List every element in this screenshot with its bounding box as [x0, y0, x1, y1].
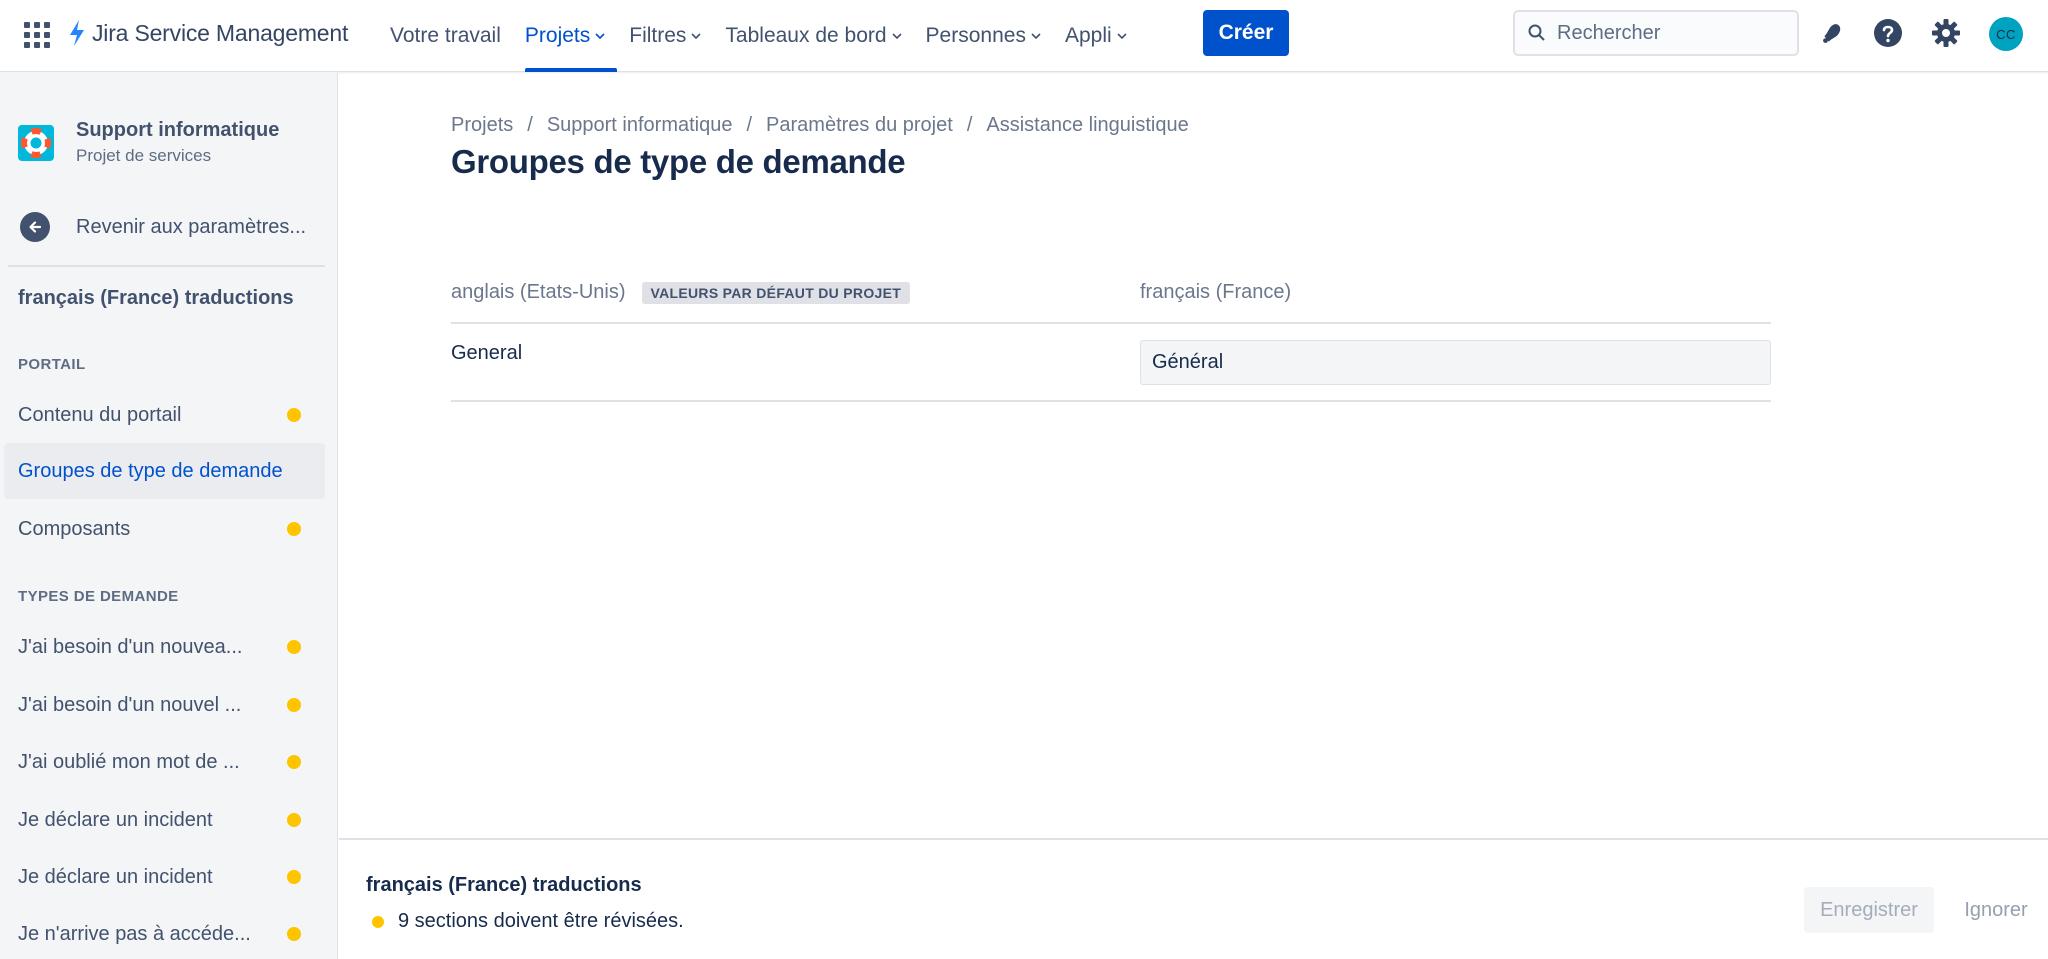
review-indicator: [287, 698, 301, 712]
nav-label: Personnes: [925, 24, 1026, 47]
sidebar-item-request-type[interactable]: Je n'arrive pas à accéde...: [4, 906, 325, 959]
chevron-down-icon: [891, 33, 902, 40]
sidebar-item-composants[interactable]: Composants: [4, 501, 325, 557]
default-values-badge: VALEURS PAR DÉFAUT DU PROJET: [641, 281, 911, 304]
chevron-down-icon: [691, 33, 701, 40]
review-indicator: [287, 640, 301, 654]
settings-icon[interactable]: [1929, 16, 1963, 50]
search-icon: [1528, 24, 1545, 41]
review-indicator: [287, 870, 301, 884]
breadcrumb-separator: /: [966, 114, 973, 136]
breadcrumb-projets[interactable]: Projets: [451, 114, 513, 137]
table-divider: [451, 400, 1771, 402]
nav-tableaux-de-bord[interactable]: Tableaux de bord: [713, 0, 913, 72]
section-types-demande: TYPES DE DEMANDE: [18, 588, 179, 605]
sidebar-item-groupes-type-demande[interactable]: Groupes de type de demande: [4, 443, 325, 499]
chevron-down-icon: [595, 33, 605, 40]
nav-votre-travail[interactable]: Votre travail: [378, 0, 513, 72]
sidebar-item-label: Contenu du portail: [18, 403, 182, 426]
sidebar-item-request-type[interactable]: Je déclare un incident: [4, 792, 325, 848]
nav-filtres[interactable]: Filtres: [617, 0, 713, 72]
breadcrumb-separator: /: [746, 114, 753, 136]
review-indicator: [287, 408, 301, 422]
nav-label: Appli: [1064, 24, 1112, 47]
nav-label: Projets: [524, 24, 591, 47]
sidebar-item-contenu-portail[interactable]: Contenu du portail: [4, 387, 325, 443]
breadcrumb: Projets / Support informatique / Paramèt…: [451, 114, 1189, 137]
chevron-down-icon: [1117, 33, 1127, 40]
source-language: anglais (Etats-Unis): [451, 281, 626, 303]
breadcrumb-assistance-linguistique[interactable]: Assistance linguistique: [986, 114, 1188, 137]
sidebar-item-label: Groupes de type de demande: [18, 459, 283, 482]
sidebar-divider: [8, 265, 325, 267]
ignore-button[interactable]: Ignorer: [1951, 887, 2041, 933]
sidebar-item-label: J'ai oublié mon mot de ...: [18, 750, 240, 773]
notifications-icon[interactable]: [1815, 16, 1849, 50]
bell-icon: [1823, 24, 1841, 43]
question-icon: [1874, 19, 1902, 47]
arrow-left-icon: [20, 212, 50, 242]
sidebar: Support informatique Projet de services …: [0, 73, 338, 959]
sidebar-item-request-type[interactable]: Je déclare un incident: [4, 849, 325, 905]
source-text: General: [451, 342, 523, 364]
review-indicator: [287, 813, 301, 827]
top-navigation: Jira Service Management Votre travail Pr…: [0, 0, 2048, 72]
search-box[interactable]: [1513, 10, 1799, 56]
review-indicator: [287, 927, 301, 941]
footer-title: français (France) traductions: [366, 874, 642, 896]
sidebar-item-label: Je n'arrive pas à accéde...: [18, 922, 251, 945]
project-header[interactable]: Support informatique Projet de services: [18, 119, 279, 166]
nav-label: Tableaux de bord: [725, 24, 887, 47]
sidebar-item-label: Je déclare un incident: [18, 808, 213, 831]
table-divider: [451, 322, 1771, 324]
product-logo[interactable]: Jira Service Management: [68, 18, 348, 48]
lifebuoy-icon: [21, 127, 51, 158]
translations-title: français (France) traductions: [18, 287, 294, 309]
gear-icon: [1932, 19, 1960, 47]
sidebar-item-label: Je déclare un incident: [18, 865, 213, 888]
nav-personnes[interactable]: Personnes: [914, 0, 1053, 72]
lightning-icon: [70, 20, 84, 46]
chevron-down-icon: [1031, 33, 1041, 40]
warning-dot-icon: [372, 915, 384, 928]
nav-label: Filtres: [629, 24, 687, 47]
primary-nav: Votre travail Projets Filtres Tableaux d…: [378, 0, 1139, 72]
project-avatar: [18, 124, 54, 161]
target-language: français (France): [1140, 281, 1292, 303]
sidebar-item-label: J'ai besoin d'un nouvea...: [18, 635, 243, 658]
nav-appli[interactable]: Appli: [1053, 0, 1139, 72]
sidebar-item-label: J'ai besoin d'un nouvel ...: [18, 693, 242, 716]
source-language-header: anglais (Etats-Unis) VALEURS PAR DÉFAUT …: [451, 281, 911, 304]
create-button[interactable]: Créer: [1203, 10, 1289, 56]
search-input[interactable]: [1557, 21, 1777, 45]
nav-label: Votre travail: [390, 24, 501, 47]
breadcrumb-support-informatique[interactable]: Support informatique: [547, 114, 733, 137]
sidebar-item-request-type[interactable]: J'ai oublié mon mot de ...: [4, 734, 325, 790]
product-name: Jira Service Management: [92, 19, 349, 46]
breadcrumb-parametres-projet[interactable]: Paramètres du projet: [766, 114, 953, 137]
review-status: 9 sections doivent être révisées.: [372, 910, 684, 933]
page-title: Groupes de type de demande: [451, 143, 906, 180]
save-button[interactable]: Enregistrer: [1804, 887, 1934, 933]
back-label: Revenir aux paramètres...: [76, 215, 307, 238]
user-avatar[interactable]: CC: [1989, 17, 2023, 51]
project-name: Support informatique: [76, 119, 280, 141]
app-switcher-icon[interactable]: [24, 22, 50, 48]
translation-input[interactable]: [1140, 340, 1771, 385]
breadcrumb-separator: /: [527, 114, 533, 136]
section-portail: PORTAIL: [18, 356, 86, 373]
review-indicator: [287, 755, 301, 769]
sidebar-item-request-type[interactable]: J'ai besoin d'un nouvea...: [4, 619, 325, 675]
review-indicator: [287, 522, 301, 536]
sidebar-item-label: Composants: [18, 517, 131, 540]
help-icon[interactable]: [1871, 16, 1905, 50]
back-to-settings[interactable]: Revenir aux paramètres...: [20, 212, 306, 242]
sidebar-item-request-type[interactable]: J'ai besoin d'un nouvel ...: [4, 677, 325, 733]
project-type: Projet de services: [76, 146, 212, 165]
nav-projets[interactable]: Projets: [513, 0, 618, 72]
review-status-text: 9 sections doivent être révisées.: [398, 910, 684, 932]
translation-footer: français (France) traductions 9 sections…: [339, 838, 2048, 959]
